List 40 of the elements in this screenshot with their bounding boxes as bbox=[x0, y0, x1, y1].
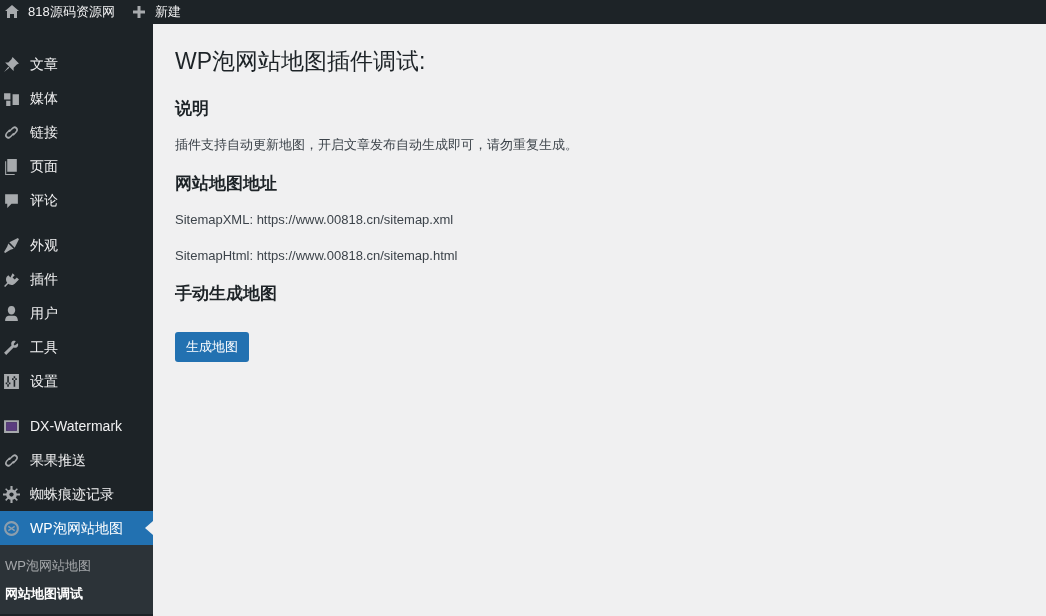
sidebar-menu-item[interactable]: WP泡网站地图 bbox=[0, 511, 153, 545]
submenu-item[interactable]: 网站地图调试 bbox=[0, 580, 153, 608]
user-icon bbox=[3, 304, 20, 322]
wrench-icon bbox=[3, 338, 20, 356]
paragraph: SitemapXML: https://www.00818.cn/sitemap.xml bbox=[175, 211, 455, 229]
page-title: WP泡网站地图插件调试: bbox=[175, 47, 427, 76]
current-menu-pointer bbox=[145, 521, 153, 535]
home-icon bbox=[4, 4, 20, 20]
link-icon bbox=[3, 451, 20, 469]
submenu-item[interactable]: WP泡网站地图 bbox=[0, 552, 153, 580]
sidebar-menu-item[interactable]: 文章 bbox=[0, 47, 153, 81]
admin-bar-link[interactable]: 新建 bbox=[130, 2, 181, 22]
sidebar-menu-item[interactable]: 链接 bbox=[0, 115, 153, 149]
sidebar-menu-item[interactable]: 评论 bbox=[0, 183, 153, 217]
sidebar-menu-item[interactable]: 页面 bbox=[0, 149, 153, 183]
plug-icon bbox=[3, 270, 20, 288]
sidebar-menu-item[interactable]: DX-Watermark bbox=[0, 409, 153, 443]
pages-icon bbox=[3, 157, 20, 175]
paragraph: 插件支持自动更新地图，开启文章发布自动生成即可，请勿重复生成。 bbox=[175, 136, 579, 154]
link-icon bbox=[3, 123, 20, 141]
sidebar-menu-item[interactable]: 插件 bbox=[0, 262, 153, 296]
sidebar-menu-item[interactable]: 设置 bbox=[0, 364, 153, 398]
generate-map-button[interactable]: 生成地图 bbox=[175, 331, 249, 362]
image-icon bbox=[3, 417, 20, 435]
speech-bubble-icon bbox=[3, 191, 20, 209]
paragraph: SitemapHtml: https://www.00818.cn/sitemap.html bbox=[175, 246, 459, 265]
sidebar-menu-item[interactable]: 用户 bbox=[0, 296, 153, 330]
section-heading: 手动生成地图 bbox=[175, 283, 278, 305]
section-heading: 网站地图地址 bbox=[175, 172, 278, 195]
gear-icon bbox=[3, 485, 20, 503]
plus-icon bbox=[130, 4, 147, 20]
pushpin-icon bbox=[3, 55, 20, 73]
sidebar-menu-item[interactable]: 果果推送 bbox=[0, 443, 153, 477]
sidebar-menu-item[interactable]: 蜘蛛痕迹记录 bbox=[0, 477, 153, 511]
sidebar-menu-item[interactable]: 外观 bbox=[0, 228, 153, 262]
section-heading: 说明 bbox=[175, 97, 210, 120]
sidebar-menu-item[interactable]: 工具 bbox=[0, 330, 153, 364]
admin-bar-link[interactable]: 818源码资源网 bbox=[4, 2, 115, 22]
sidebar-menu-item[interactable]: 媒体 bbox=[0, 81, 153, 115]
sliders-icon bbox=[3, 372, 20, 390]
